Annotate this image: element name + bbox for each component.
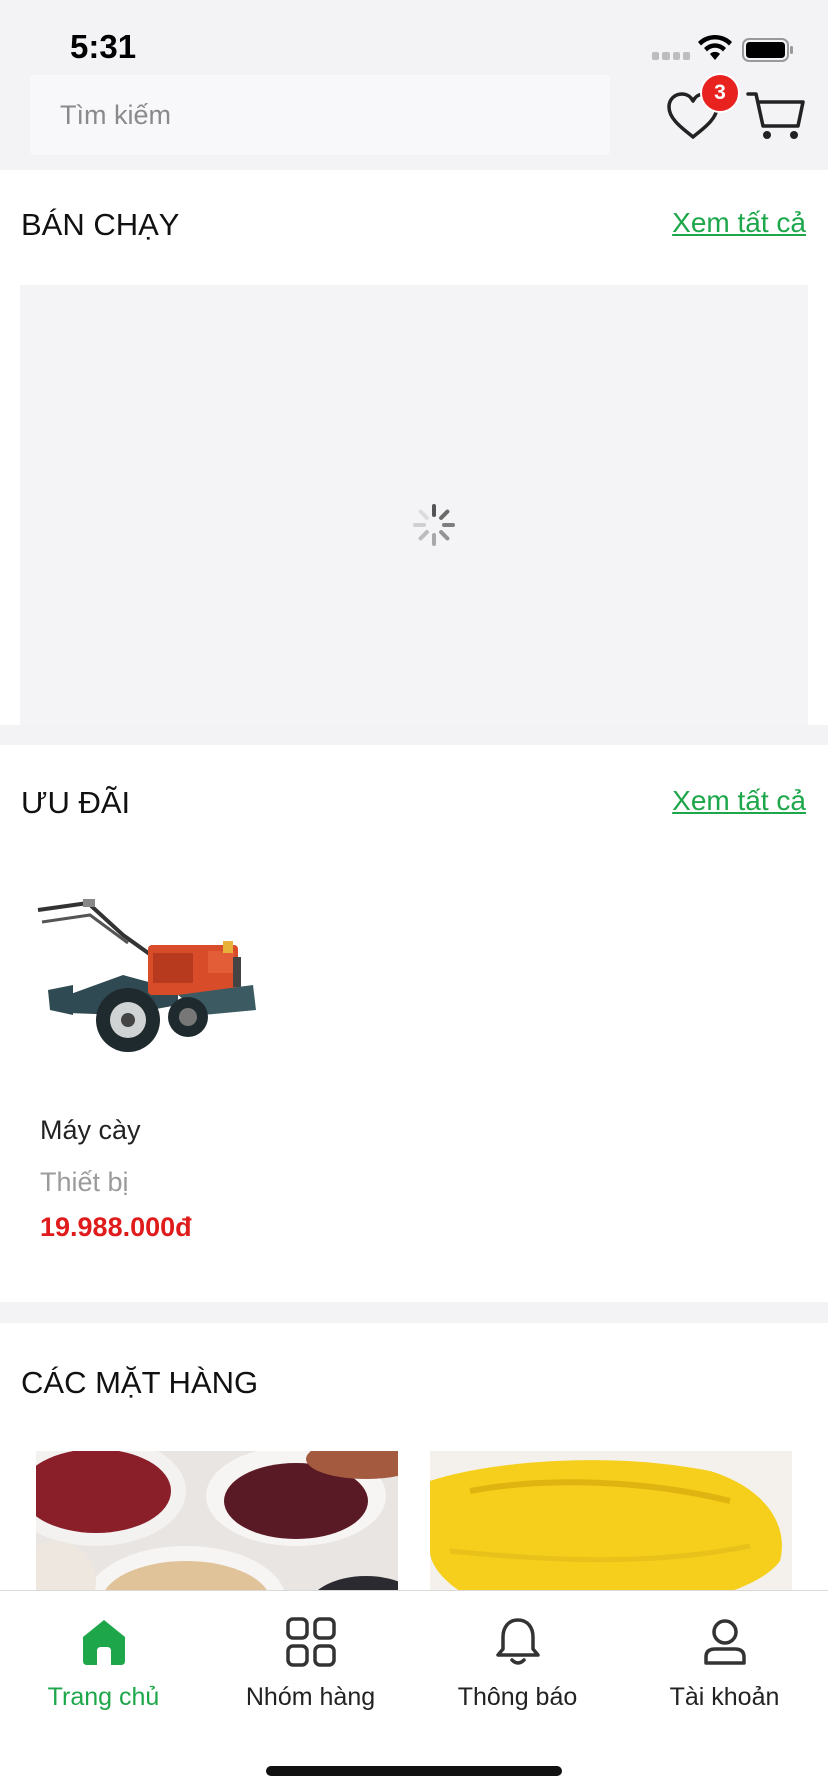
bell-icon (496, 1618, 540, 1665)
tab-label: Tài khoản (669, 1683, 780, 1711)
product-price: 19.988.000đ (40, 1212, 192, 1242)
home-icon (83, 1620, 125, 1665)
status-time: 5:31 (70, 28, 137, 65)
home-indicator (266, 1766, 562, 1776)
loading-spinner-icon (413, 504, 455, 546)
tractor-product-image (37, 899, 256, 1052)
grid-icon (286, 1617, 336, 1667)
best-sellers-section: BÁN CHẠY Xem tất cả (0, 170, 828, 725)
tab-categories[interactable]: Nhóm hàng (207, 1591, 414, 1741)
tab-label: Trang chủ (47, 1683, 160, 1711)
cellular-signal-icon (652, 52, 690, 60)
section-title-categories: CÁC MẶT HÀNG (21, 1365, 259, 1400)
status-bar: 5:31 (0, 0, 828, 70)
user-icon (704, 1619, 746, 1665)
see-all-best-sellers-link[interactable]: Xem tất cả (672, 207, 806, 239)
tab-label: Thông báo (457, 1683, 578, 1711)
best-sellers-loading-area (20, 285, 808, 725)
wishlist-count-badge: 3 (700, 73, 740, 113)
product-card[interactable]: Máy cày Thiết bị 19.988.000đ (20, 875, 280, 1265)
see-all-promotions-link[interactable]: Xem tất cả (672, 785, 806, 817)
section-title-best-sellers: BÁN CHẠY (21, 207, 180, 242)
search-bar[interactable] (30, 75, 610, 155)
search-input[interactable] (30, 75, 610, 155)
section-title-promotions: ƯU ĐÃI (21, 785, 131, 820)
cart-icon[interactable] (746, 90, 806, 142)
tab-home[interactable]: Trang chủ (0, 1591, 207, 1741)
tab-notifications[interactable]: Thông báo (414, 1591, 621, 1741)
promotions-section: ƯU ĐÃI Xem tất cả Máy cày Thiết bị 19.98… (0, 745, 828, 1302)
product-name: Máy cày (40, 1115, 141, 1145)
bottom-tab-bar: Trang chủ Nhóm hàng Thông báo Tài khoản (0, 1590, 828, 1792)
wifi-icon (698, 34, 732, 60)
battery-icon (742, 38, 793, 62)
tab-label: Nhóm hàng (245, 1683, 376, 1711)
product-category: Thiết bị (40, 1167, 129, 1197)
tab-account[interactable]: Tài khoản (621, 1591, 828, 1741)
